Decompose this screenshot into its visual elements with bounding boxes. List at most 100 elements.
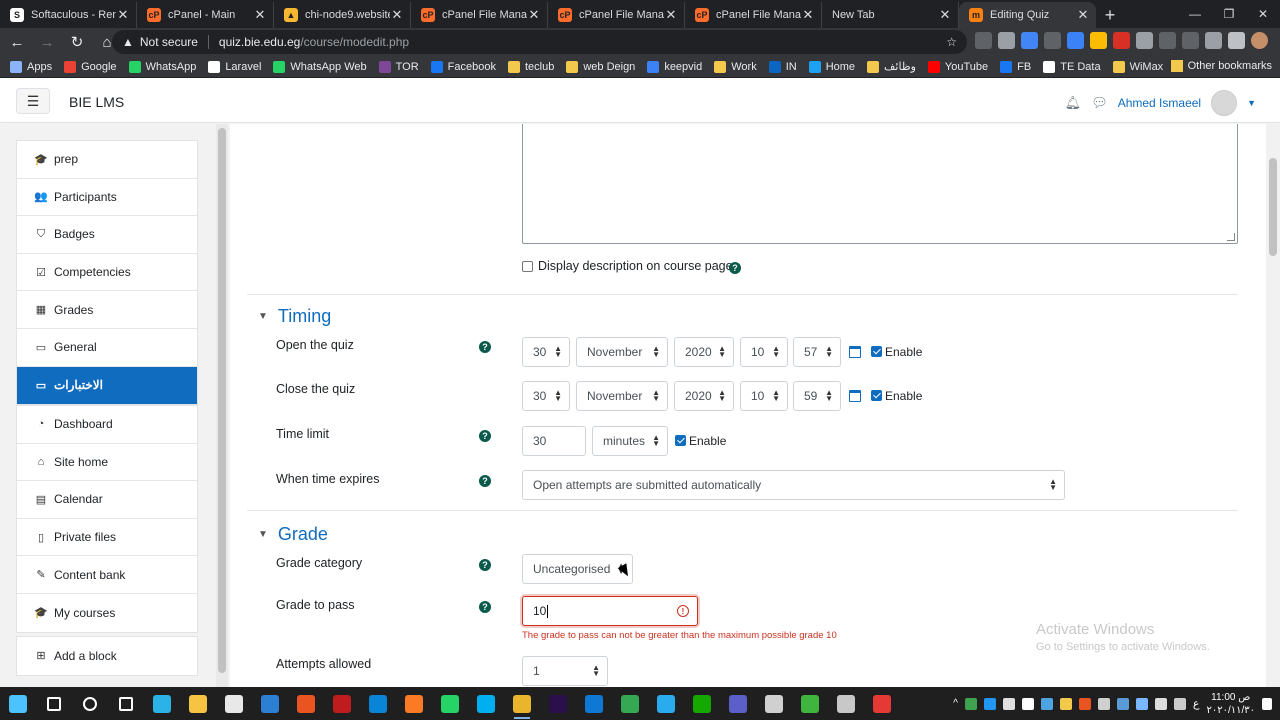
- bookmark-item[interactable]: teclub: [507, 60, 554, 73]
- tray-icon[interactable]: [1078, 697, 1091, 710]
- forward-icon[interactable]: →: [34, 29, 60, 55]
- taskbar-app[interactable]: [108, 687, 144, 720]
- time-limit-unit-select[interactable]: minutes ▲ ▼: [592, 426, 668, 456]
- taskbar-app[interactable]: [144, 687, 180, 720]
- profile-avatar-icon[interactable]: [1251, 32, 1268, 49]
- bookmark-item[interactable]: Home: [808, 60, 855, 73]
- help-icon[interactable]: ?: [479, 430, 491, 442]
- nav-item[interactable]: ⛉ Badges: [17, 216, 197, 254]
- time-limit-enable-checkbox[interactable]: [675, 435, 686, 446]
- taskbar-app[interactable]: [432, 687, 468, 720]
- bookmark-item[interactable]: YouTube: [927, 60, 988, 73]
- bookmark-item[interactable]: Google: [64, 60, 117, 73]
- close-minute-select[interactable]: 59 ▲ ▼: [793, 381, 841, 411]
- time-limit-input[interactable]: 30: [522, 426, 586, 456]
- attempts-allowed-select[interactable]: 1 ▲ ▼: [522, 656, 608, 686]
- new-tab-icon[interactable]: +: [1096, 2, 1124, 28]
- bookmark-item[interactable]: WiMax: [1112, 60, 1163, 73]
- minimize-icon[interactable]: —: [1178, 0, 1212, 28]
- tray-icon[interactable]: [1116, 697, 1129, 710]
- tray-icon[interactable]: [964, 697, 977, 710]
- site-brand[interactable]: BIE LMS: [69, 94, 124, 110]
- description-editor[interactable]: [522, 124, 1238, 244]
- taskbar-app[interactable]: [324, 687, 360, 720]
- clock[interactable]: 11:00 ص ٢٠٢٠/١١/٣٠: [1206, 691, 1255, 717]
- tray-icon[interactable]: [983, 697, 996, 710]
- close-hour-select[interactable]: 10 ▲ ▼: [740, 381, 788, 411]
- taskbar-app[interactable]: [288, 687, 324, 720]
- nav-item[interactable]: ▤ Calendar: [17, 481, 197, 519]
- nav-item[interactable]: ✎ Content bank: [17, 556, 197, 594]
- taskbar-app[interactable]: [216, 687, 252, 720]
- bookmark-item[interactable]: TE Data: [1043, 60, 1101, 73]
- drawer-toggle-icon[interactable]: ☰: [16, 88, 50, 114]
- time-expires-select[interactable]: Open attempts are submitted automaticall…: [522, 470, 1065, 500]
- calendar-icon[interactable]: [849, 390, 861, 402]
- taskbar-app[interactable]: [396, 687, 432, 720]
- drawer-scrollbar-thumb[interactable]: [218, 128, 226, 673]
- open-minute-select[interactable]: 57 ▲ ▼: [793, 337, 841, 367]
- menu-dots-icon[interactable]: ⋮: [1274, 32, 1280, 49]
- bookmark-item[interactable]: keepvid: [647, 60, 702, 73]
- grade-to-pass-input[interactable]: 10 !: [522, 596, 698, 626]
- onedrive-icon[interactable]: [1040, 697, 1053, 710]
- back-icon[interactable]: ←: [4, 29, 30, 55]
- close-month-select[interactable]: November ▲ ▼: [576, 381, 668, 411]
- tab-close-icon[interactable]: ✕: [938, 7, 952, 23]
- nav-item[interactable]: ◔ Dashboard: [17, 406, 197, 444]
- help-icon[interactable]: ?: [479, 475, 491, 487]
- taskbar-app[interactable]: [576, 687, 612, 720]
- taskbar-app[interactable]: [648, 687, 684, 720]
- user-name[interactable]: Ahmed Ismaeel: [1118, 96, 1201, 110]
- taskbar-app[interactable]: [720, 687, 756, 720]
- extension-icon[interactable]: [1021, 32, 1038, 49]
- taskbar-app[interactable]: [36, 687, 72, 720]
- bookmark-item[interactable]: WhatsApp: [128, 60, 196, 73]
- close-window-icon[interactable]: ✕: [1246, 0, 1280, 28]
- nav-item[interactable]: ☑ Competencies: [17, 254, 197, 292]
- browser-tab[interactable]: cP cPanel - Main ✕: [137, 2, 274, 28]
- timing-section-header[interactable]: ▼ Timing: [258, 306, 331, 327]
- bookmark-item[interactable]: FB: [1000, 60, 1031, 73]
- taskbar-app[interactable]: [252, 687, 288, 720]
- open-enable-checkbox[interactable]: [871, 346, 882, 357]
- page-scrollbar-thumb[interactable]: [1269, 158, 1277, 256]
- nav-item[interactable]: 🎓 prep: [17, 141, 197, 179]
- tab-close-icon[interactable]: ✕: [801, 7, 815, 23]
- taskbar-app[interactable]: [468, 687, 504, 720]
- notification-center-icon[interactable]: [1262, 697, 1272, 710]
- tab-close-icon[interactable]: ✕: [390, 7, 404, 23]
- help-icon[interactable]: ?: [729, 262, 741, 274]
- nav-item[interactable]: ▯ Private files: [17, 519, 197, 557]
- tray-icon[interactable]: [1021, 697, 1034, 710]
- add-block-link[interactable]: ⊞ Add a block: [17, 637, 197, 675]
- network-icon[interactable]: [1097, 697, 1110, 710]
- bookmark-item[interactable]: IN: [768, 60, 797, 73]
- nav-item[interactable]: ▭ الاختبارات: [17, 366, 197, 405]
- input-language[interactable]: ع: [1193, 697, 1200, 710]
- pen-icon[interactable]: [1173, 697, 1186, 710]
- extension-icon[interactable]: [1159, 32, 1176, 49]
- grade-section-header[interactable]: ▼ Grade: [258, 524, 328, 545]
- taskbar-app[interactable]: [540, 687, 576, 720]
- bookmark-item[interactable]: Facebook: [430, 60, 496, 73]
- open-hour-select[interactable]: 10 ▲ ▼: [740, 337, 788, 367]
- tab-close-icon[interactable]: ✕: [116, 7, 130, 23]
- extension-icon[interactable]: [1136, 32, 1153, 49]
- taskbar-app[interactable]: [792, 687, 828, 720]
- bookmark-item[interactable]: TOR: [378, 60, 419, 73]
- nav-item[interactable]: 👥 Participants: [17, 179, 197, 217]
- tab-close-icon[interactable]: ✕: [1076, 7, 1090, 23]
- page-scrollbar[interactable]: [1266, 124, 1280, 687]
- browser-tab[interactable]: New Tab ✕: [822, 2, 959, 28]
- taskbar-app[interactable]: [0, 687, 36, 720]
- taskbar-app[interactable]: [360, 687, 396, 720]
- extension-icon[interactable]: [1090, 32, 1107, 49]
- nav-item[interactable]: ▦ Grades: [17, 291, 197, 329]
- extension-icon[interactable]: [975, 32, 992, 49]
- extension-icon[interactable]: [1113, 32, 1130, 49]
- nav-item[interactable]: ⌂ Site home: [17, 444, 197, 482]
- bookmark-item[interactable]: WhatsApp Web: [273, 60, 367, 73]
- taskbar-app[interactable]: [756, 687, 792, 720]
- cloud-icon[interactable]: [1002, 697, 1015, 710]
